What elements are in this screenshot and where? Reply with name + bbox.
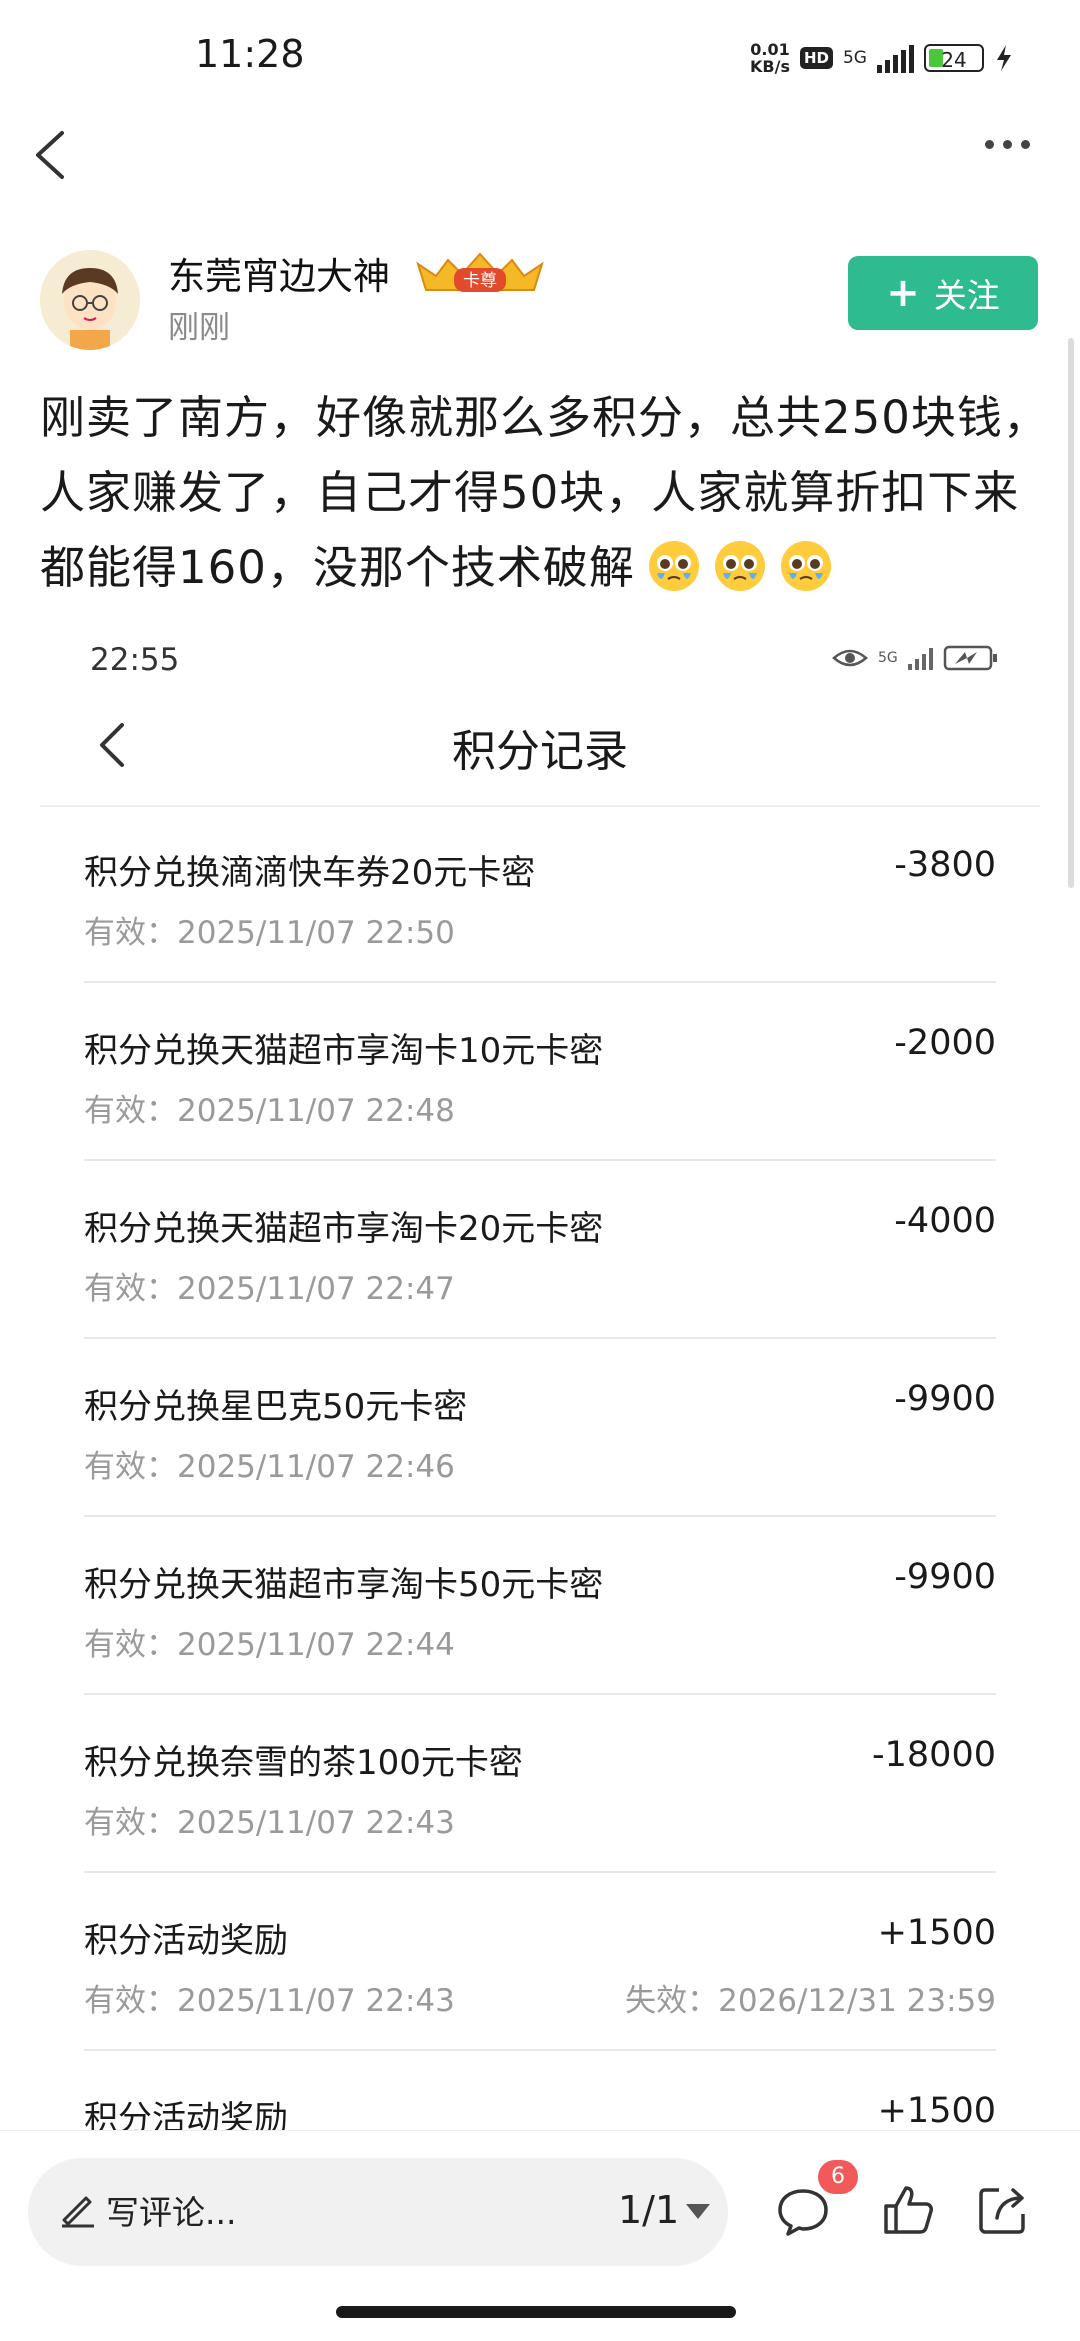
record-amount: +1500 <box>877 1913 996 1953</box>
comment-count-badge: 6 <box>818 2160 858 2194</box>
inner-signal-icon <box>907 646 933 670</box>
record-amount: -2000 <box>894 1023 996 1063</box>
follow-button[interactable]: + 关注 <box>848 256 1038 330</box>
back-arrow-icon[interactable] <box>22 125 82 185</box>
post-time: 刚刚 <box>168 310 230 346</box>
record-valid-time: 有效：2025/11/07 22:48 <box>84 1093 455 1129</box>
crown-badge-icon: 卡尊 <box>416 252 544 292</box>
avatar-illustration <box>40 250 140 350</box>
pleading-face-emoji <box>714 541 765 591</box>
author-name[interactable]: 东莞宵边大神 <box>168 246 390 300</box>
follow-label: 关注 <box>933 276 1000 315</box>
thumbs-up-icon[interactable] <box>880 2182 936 2238</box>
record-amount: -4000 <box>894 1201 996 1241</box>
comment-placeholder[interactable]: 写评论... <box>106 2186 236 2234</box>
pencil-icon <box>62 2196 94 2228</box>
share-icon[interactable] <box>975 2182 1031 2238</box>
list-item[interactable]: 积分兑换星巴克50元卡密 -9900 有效：2025/11/07 22:46 <box>84 1339 996 1517</box>
chevron-down-icon[interactable] <box>686 2204 710 2219</box>
inner-page-title: 积分记录 <box>452 726 628 777</box>
record-amount: +1500 <box>877 2091 996 2131</box>
record-valid-time: 有效：2025/11/07 22:50 <box>84 915 455 951</box>
record-amount: -9900 <box>894 1379 996 1419</box>
list-item[interactable]: 积分兑换滴滴快车券20元卡密 -3800 有效：2025/11/07 22:50 <box>84 805 996 983</box>
page-indicator[interactable]: 1/1 <box>618 2188 679 2232</box>
scrollbar[interactable] <box>1068 338 1074 888</box>
eye-icon <box>832 649 868 667</box>
list-item[interactable]: 积分活动奖励 +1500 有效：2025/11/07 22:43 失效：2026… <box>84 1873 996 2051</box>
record-amount: -3800 <box>894 845 996 885</box>
inner-network: 5G <box>878 650 898 666</box>
record-name: 积分兑换滴滴快车券20元卡密 <box>84 853 536 893</box>
status-time: 11:28 <box>195 32 305 76</box>
record-name: 积分兑换星巴克50元卡密 <box>84 1387 468 1427</box>
plus-icon: + <box>886 270 920 316</box>
list-item[interactable]: 积分兑换天猫超市享淘卡20元卡密 -4000 有效：2025/11/07 22:… <box>84 1161 996 1339</box>
record-name: 积分兑换天猫超市享淘卡50元卡密 <box>84 1565 604 1605</box>
record-name: 积分兑换天猫超市享淘卡10元卡密 <box>84 1031 604 1071</box>
post-text: 刚卖了南方，好像就那么多积分，总共250块钱，人家赚发了，自己才得50块，人家就… <box>40 380 1050 605</box>
record-valid-time: 有效：2025/11/07 22:44 <box>84 1627 455 1663</box>
list-item[interactable]: 积分活动奖励 +1500 <box>84 2051 996 2140</box>
battery-icon: 24 <box>923 44 984 72</box>
pleading-face-emoji <box>648 541 699 591</box>
record-name: 积分兑换天猫超市享淘卡20元卡密 <box>84 1209 604 1249</box>
list-item[interactable]: 积分兑换天猫超市享淘卡10元卡密 -2000 有效：2025/11/07 22:… <box>84 983 996 1161</box>
record-amount: -18000 <box>872 1735 996 1775</box>
badge-text: 卡尊 <box>463 271 497 291</box>
net-speed: 0.01 KB/s <box>750 40 790 76</box>
points-record-list: 积分兑换滴滴快车券20元卡密 -3800 有效：2025/11/07 22:50… <box>84 805 996 2140</box>
comment-bubble-icon[interactable] <box>775 2183 831 2239</box>
network-type: 5G <box>842 47 867 68</box>
status-icons: 0.01 KB/s HD 5G 24 <box>750 36 1014 80</box>
embedded-screenshot[interactable]: 22:55 5G 积分记录 积分兑换滴滴快车券20元卡密 -3800 有效：20… <box>40 620 1040 2140</box>
signal-icon <box>876 43 914 73</box>
pleading-face-emoji <box>780 541 831 591</box>
inner-battery-icon <box>943 645 997 671</box>
record-valid-time: 有效：2025/11/07 22:47 <box>84 1271 455 1307</box>
record-expire-time: 失效：2026/12/31 23:59 <box>625 1983 996 2019</box>
avatar[interactable] <box>40 250 140 350</box>
record-valid-time: 有效：2025/11/07 22:43 <box>84 1805 455 1841</box>
record-name: 积分兑换奈雪的茶100元卡密 <box>84 1743 523 1783</box>
inner-status-icons: 5G <box>832 644 999 672</box>
list-item[interactable]: 积分兑换奈雪的茶100元卡密 -18000 有效：2025/11/07 22:4… <box>84 1695 996 1873</box>
record-valid-time: 有效：2025/11/07 22:46 <box>84 1449 455 1485</box>
list-item[interactable]: 积分兑换天猫超市享淘卡50元卡密 -9900 有效：2025/11/07 22:… <box>84 1517 996 1695</box>
home-indicator[interactable] <box>336 2306 736 2318</box>
record-amount: -9900 <box>894 1557 996 1597</box>
post-body: 刚卖了南方，好像就那么多积分，总共250块钱，人家赚发了，自己才得50块，人家就… <box>40 391 1049 594</box>
charging-icon <box>996 45 1011 71</box>
record-name: 积分活动奖励 <box>84 1921 288 1961</box>
hd-icon: HD <box>799 47 833 69</box>
inner-status-time: 22:55 <box>90 642 180 678</box>
more-dots-icon[interactable] <box>985 140 1030 149</box>
record-valid-time: 有效：2025/11/07 22:43 <box>84 1983 455 2019</box>
